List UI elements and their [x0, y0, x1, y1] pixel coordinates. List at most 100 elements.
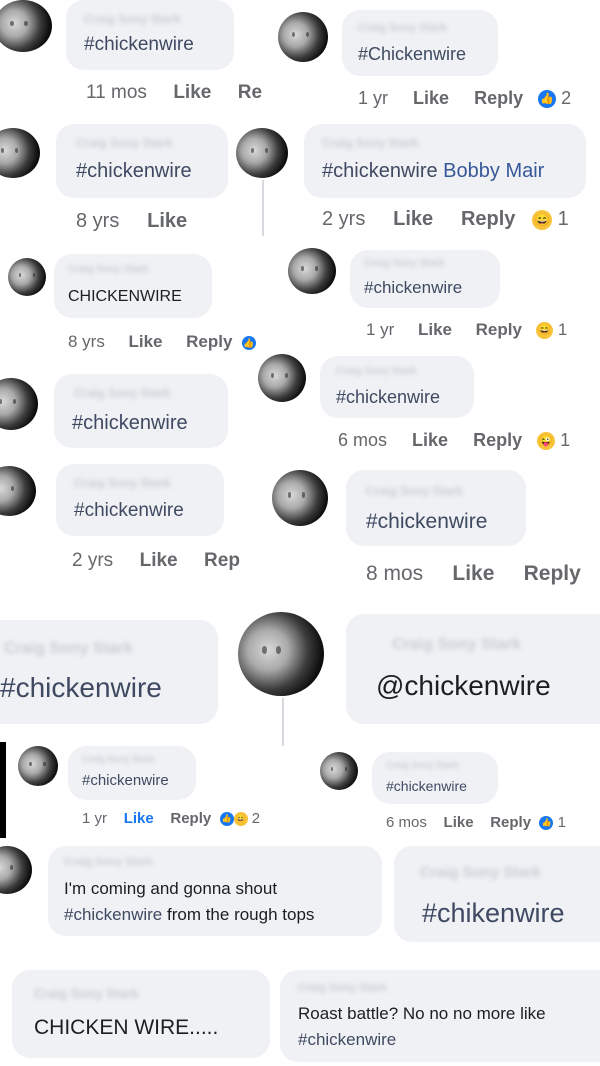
like-reaction-icon: 👍: [539, 816, 554, 831]
hashtag[interactable]: #chickenwire: [322, 160, 438, 182]
comment-text[interactable]: #chikenwire: [422, 898, 565, 929]
avatar[interactable]: [0, 466, 36, 516]
reply-button[interactable]: Reply: [524, 562, 581, 585]
author-name[interactable]: Craig Sony Stark: [336, 366, 417, 377]
reply-button[interactable]: Reply: [473, 430, 522, 450]
like-button[interactable]: Like: [393, 208, 433, 230]
author-name[interactable]: Craig Sony Stark: [74, 386, 171, 400]
reply-button[interactable]: Rep: [204, 550, 240, 571]
avatar[interactable]: [272, 470, 328, 526]
avatar[interactable]: [0, 378, 38, 430]
comment-text[interactable]: #chickenwire: [386, 778, 467, 794]
reaction-count: 1: [560, 430, 571, 450]
like-button[interactable]: Like: [173, 82, 211, 103]
comment-text[interactable]: #chickenwire: [72, 412, 188, 435]
timestamp[interactable]: 2 yrs: [322, 208, 365, 230]
timestamp[interactable]: 1 yr: [358, 88, 388, 108]
comment-text[interactable]: #chickenwire: [74, 500, 184, 522]
comment-bubble: Craig Sony Stark #chickenwire: [346, 470, 526, 546]
avatar[interactable]: [0, 846, 32, 894]
reply-button[interactable]: Reply: [490, 814, 531, 831]
comment-bubble: Craig Sony Stark CHICKENWIRE: [54, 254, 212, 318]
like-button[interactable]: Like: [413, 88, 449, 108]
author-name[interactable]: Craig Sony Stark: [322, 136, 419, 150]
like-button[interactable]: Like: [128, 332, 162, 351]
reply-button[interactable]: Re: [238, 82, 262, 103]
comment-text[interactable]: @chickenwire: [376, 670, 551, 702]
timestamp[interactable]: 8 yrs: [68, 332, 105, 351]
avatar[interactable]: [320, 752, 358, 790]
comment-text[interactable]: #chickenwire: [0, 672, 162, 704]
reply-button[interactable]: Reply: [474, 88, 523, 108]
avatar[interactable]: [258, 354, 306, 402]
like-button[interactable]: Like: [124, 810, 154, 827]
avatar[interactable]: [8, 258, 46, 296]
comment-text[interactable]: #chickenwire: [82, 772, 169, 789]
like-button[interactable]: Like: [140, 550, 178, 571]
comment-text[interactable]: #chickenwire: [366, 510, 487, 534]
comment-text[interactable]: #chickenwire: [84, 34, 194, 56]
comment-text[interactable]: #chickenwire: [336, 387, 440, 408]
like-button[interactable]: Like: [418, 320, 452, 339]
author-name[interactable]: Craig Sony Stark: [4, 640, 133, 658]
author-name[interactable]: Craig Sony Stark: [74, 476, 171, 490]
reaction-count: 1: [557, 320, 568, 339]
avatar[interactable]: [278, 12, 328, 62]
comment-meta: 2 yrs Like Reply 😄 1: [322, 208, 569, 231]
author-name[interactable]: Craig Sony Stark: [34, 986, 139, 1001]
reply-button[interactable]: Reply: [170, 810, 211, 827]
comment-text-line1[interactable]: Roast battle? No no no more like: [298, 1004, 546, 1024]
like-button[interactable]: Like: [452, 562, 494, 585]
comment-text[interactable]: #Chickenwire: [358, 44, 466, 65]
reply-button[interactable]: Reply: [476, 320, 522, 339]
like-reaction-icon: 👍: [241, 335, 256, 350]
hashtag[interactable]: #chickenwire: [64, 905, 162, 924]
author-name[interactable]: Craig Sony Stark: [76, 136, 173, 150]
reply-button[interactable]: Reply: [186, 332, 232, 351]
author-name[interactable]: Craig Sony Stark: [64, 856, 153, 868]
comment-bubble: Craig Sony Stark #Chickenwire: [342, 10, 498, 76]
avatar[interactable]: [0, 128, 40, 178]
author-name[interactable]: Craig Sony Stark: [420, 864, 541, 881]
like-button[interactable]: Like: [444, 814, 474, 831]
like-button[interactable]: Like: [412, 430, 448, 450]
author-name[interactable]: Craig Sony Stark: [386, 760, 459, 770]
mention-link[interactable]: Bobby Mair: [443, 160, 544, 182]
timestamp[interactable]: 1 yr: [366, 320, 394, 339]
comment-text-line1[interactable]: I'm coming and gonna shout: [64, 879, 277, 899]
comment-text[interactable]: #chickenwire: [76, 160, 192, 183]
reaction-count: 2: [251, 810, 261, 827]
hashtag[interactable]: #chickenwire: [298, 1030, 396, 1050]
timestamp[interactable]: 6 mos: [386, 814, 427, 831]
avatar[interactable]: [236, 128, 288, 178]
author-name[interactable]: Craig Sony Stark: [364, 258, 445, 269]
timestamp[interactable]: 11 mos: [86, 82, 147, 103]
like-button[interactable]: Like: [147, 210, 187, 232]
timestamp[interactable]: 2 yrs: [72, 550, 113, 571]
timestamp[interactable]: 6 mos: [338, 430, 387, 450]
comment-bubble: Craig Sony Stark #chickenwire: [54, 374, 228, 448]
comment-text[interactable]: CHICKEN WIRE.....: [34, 1016, 218, 1040]
comment-text[interactable]: #chickenwire: [364, 278, 462, 298]
author-name[interactable]: Craig Sony Stark: [298, 982, 387, 994]
author-name[interactable]: Craig Sony Stark: [68, 264, 149, 275]
author-name[interactable]: Craig Sony Stark: [358, 22, 447, 34]
comment-bubble: Craig Sony Stark #chickenwire: [68, 746, 196, 800]
author-name[interactable]: Craig Sony Stark: [82, 754, 155, 764]
reply-button[interactable]: Reply: [461, 208, 515, 230]
author-name[interactable]: Craig Sony Stark: [84, 12, 181, 26]
timestamp[interactable]: 8 yrs: [76, 210, 119, 232]
timestamp[interactable]: 1 yr: [82, 810, 107, 827]
avatar[interactable]: [288, 248, 336, 294]
comment-meta: 8 mos Like Reply: [366, 562, 581, 586]
avatar[interactable]: [18, 746, 58, 786]
author-name[interactable]: Craig Sony Stark: [392, 636, 521, 654]
timestamp[interactable]: 8 mos: [366, 562, 423, 585]
comment-meta: 1 yr Like Reply 👍 😄 2: [82, 810, 260, 827]
avatar[interactable]: [0, 0, 52, 52]
comment-text[interactable]: CHICKENWIRE: [68, 288, 182, 306]
author-name[interactable]: Craig Sony Stark: [366, 484, 463, 498]
avatar[interactable]: [238, 612, 324, 696]
comment-meta: 1 yr Like Reply 👍 2: [358, 88, 571, 109]
reaction-count: 1: [557, 208, 569, 230]
